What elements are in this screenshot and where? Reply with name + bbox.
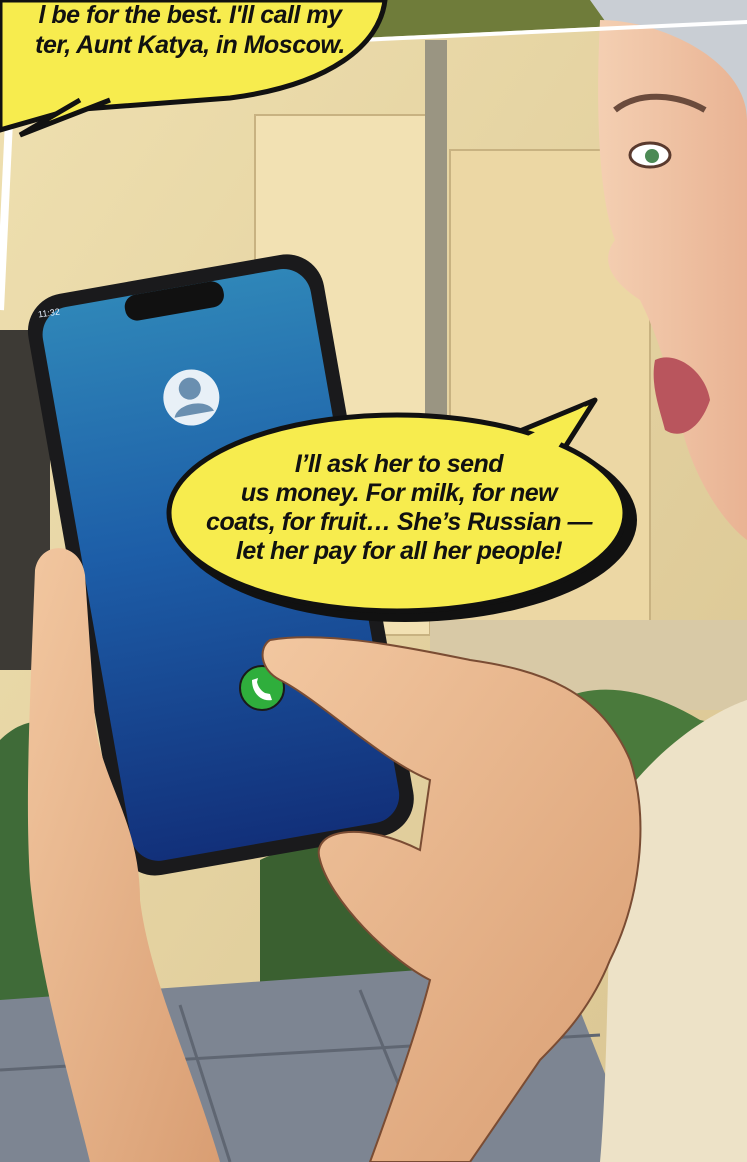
main-bubble-line: I’ll ask her to send [294, 450, 504, 478]
main-bubble-line: us money. For milk, for new [240, 479, 558, 507]
comic-panel [0, 0, 747, 1162]
top-bubble-line: ter, Aunt Katya, in Moscow. [35, 31, 345, 59]
main-bubble-line: let her pay for all her people! [235, 537, 563, 565]
woman-iris [645, 149, 659, 163]
main-bubble-line: coats, for fruit… She’s Russian — [206, 508, 592, 536]
top-bubble-line: l be for the best. I'll call my [38, 1, 342, 29]
main-bubble-text: I’ll ask her to send us money. For milk,… [178, 450, 620, 566]
top-bubble-text: l be for the best. I'll call my ter, Aun… [0, 0, 380, 60]
